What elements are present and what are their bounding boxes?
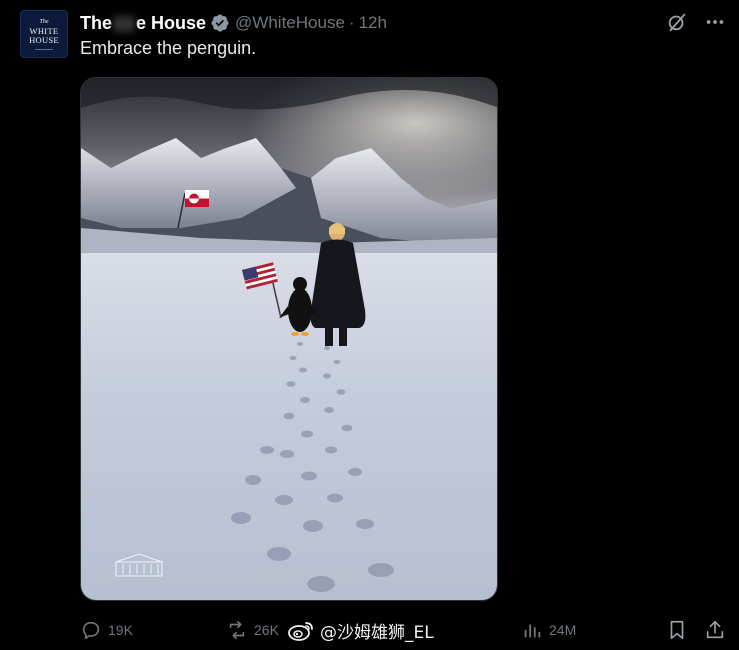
avatar-line-3: HOUSE <box>29 35 59 45</box>
watermark-text: @沙姆雄狮_EL <box>320 623 434 643</box>
top-actions <box>665 10 727 34</box>
weibo-watermark: @沙姆雄狮_EL <box>288 618 434 643</box>
display-name-blur <box>113 15 136 32</box>
share-button[interactable] <box>704 616 726 644</box>
weibo-logo-icon <box>288 621 313 641</box>
avatar-line-1: The <box>39 18 49 25</box>
verified-badge-icon <box>210 13 230 33</box>
display-name[interactable]: The e House <box>80 13 206 34</box>
profile-avatar[interactable]: The WHITE HOUSE <box>20 10 68 58</box>
bookmark-button[interactable] <box>666 616 688 644</box>
avatar-rule <box>35 48 53 50</box>
tweet-text: Embrace the penguin. <box>80 38 257 58</box>
views-button[interactable]: 24M <box>521 616 576 644</box>
more-options-icon[interactable] <box>703 10 727 34</box>
share-icon <box>706 620 724 639</box>
reply-icon <box>82 621 100 640</box>
display-name-end: e House <box>136 12 207 33</box>
tweet-header: The e House @WhiteHouse · 12h <box>80 12 387 34</box>
repost-count: 26K <box>254 622 279 638</box>
post-timestamp[interactable]: 12h <box>359 13 387 33</box>
views-count: 24M <box>549 622 577 638</box>
display-name-start: The <box>80 12 113 33</box>
views-icon <box>524 624 541 638</box>
bookmark-icon <box>670 620 684 640</box>
media-illustration <box>81 78 497 600</box>
repost-icon <box>229 620 245 640</box>
tweet-media-image[interactable] <box>80 77 498 601</box>
reply-count: 19K <box>108 622 133 638</box>
tweet-card: The WHITE HOUSE The e House @WhiteHouse ·… <box>0 0 739 650</box>
reply-button[interactable]: 19K <box>80 616 133 644</box>
avatar-line-2: WHITE <box>29 25 59 36</box>
grok-icon[interactable] <box>665 10 689 34</box>
account-handle[interactable]: @WhiteHouse <box>235 13 345 33</box>
header-separator: · <box>348 13 355 32</box>
repost-button[interactable]: 26K <box>226 616 279 644</box>
